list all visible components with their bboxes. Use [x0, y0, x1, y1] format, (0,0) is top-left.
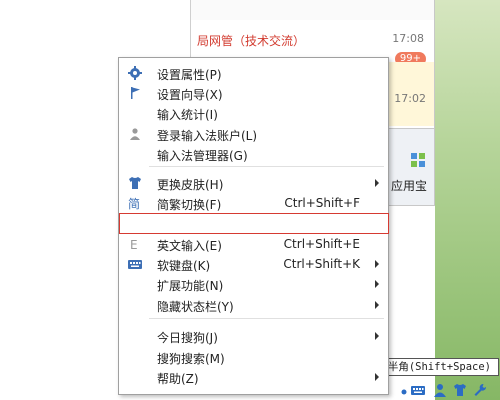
ime-status-bar [390, 380, 500, 400]
chat-group-time: 17:08 [392, 32, 424, 45]
menu-item-label: 简繁切换(F) [157, 198, 222, 212]
submenu-arrow-icon [375, 260, 379, 268]
menu-item-label: 更换皮肤(H) [157, 178, 224, 192]
menu-item[interactable]: 设置属性(P) [119, 63, 388, 83]
menu-item-shortcut: Ctrl+Shift+E [283, 237, 360, 251]
user-icon [127, 126, 143, 142]
menu-item[interactable]: 更换皮肤(H) [119, 173, 388, 193]
menu-item-label: 软键盘(K) [157, 259, 211, 273]
flag-icon [127, 85, 143, 101]
menu-item-label: 帮助(Z) [157, 372, 199, 386]
gear-icon [127, 65, 143, 81]
menu-item-label: 英文输入(E) [157, 239, 222, 253]
submenu-arrow-icon [375, 332, 379, 340]
keyboard-icon [127, 256, 143, 272]
menu-item[interactable]: 设置向导(X) [119, 83, 388, 103]
svg-text:简: 简 [128, 197, 140, 211]
shirt-icon [127, 175, 143, 191]
menu-item-shortcut: Ctrl+Shift+F [284, 196, 360, 210]
menu-item[interactable]: 扩展功能(N) [119, 274, 388, 294]
menu-item-label: 设置属性(P) [157, 68, 222, 82]
app-grid-icon[interactable] [411, 153, 425, 167]
menu-item[interactable]: 输入统计(I) [119, 103, 388, 123]
submenu-arrow-icon [375, 179, 379, 187]
menu-item[interactable]: 今日搜狗(J) [119, 326, 388, 346]
chat-list-item[interactable] [191, 0, 434, 21]
shirt-icon[interactable] [452, 382, 468, 398]
menu-separator [149, 166, 384, 167]
chat-list-item-group[interactable]: 局网管（技术交流） 17:08 99+ [191, 20, 434, 66]
menu-item-label: 设置向导(X) [157, 88, 223, 102]
keyboard-icon[interactable] [410, 382, 426, 398]
menu-item-label: 隐藏状态栏(Y) [157, 300, 234, 314]
menu-item-label: 搜狗搜索(M) [157, 352, 225, 366]
menu-item[interactable]: 简 简繁切换(F) Ctrl+Shift+F [119, 193, 388, 213]
svg-text:E: E [130, 238, 138, 252]
menu-item-label: 今日搜狗(J) [157, 331, 218, 345]
menu-item[interactable]: 输入法管理器(G) [119, 144, 388, 164]
wrench-icon[interactable] [472, 382, 488, 398]
menu-item-label: 输入统计(I) [157, 108, 218, 122]
menu-item[interactable]: 软键盘(K) Ctrl+Shift+K [119, 254, 388, 274]
menu-item[interactable]: E 英文输入(E) Ctrl+Shift+E [119, 234, 388, 254]
chat-group-title: 局网管（技术交流） [197, 34, 306, 48]
app-store-label[interactable]: 应用宝 [391, 177, 427, 194]
submenu-arrow-icon [375, 301, 379, 309]
menu-item[interactable]: 隐藏状态栏(Y) [119, 295, 388, 315]
user-icon[interactable] [432, 382, 448, 398]
jian-icon: 简 [127, 195, 143, 211]
menu-separator [149, 318, 384, 319]
desktop-background [435, 0, 500, 400]
menu-item-label: 输入法管理器(G) [157, 149, 248, 163]
menu-item[interactable]: 搜狗搜索(M) [119, 347, 388, 367]
menu-item[interactable]: 帮助(Z) [119, 367, 388, 387]
menu-item-label: 登录输入法账户(L) [157, 129, 258, 143]
submenu-arrow-icon [375, 280, 379, 288]
e-icon: E [127, 236, 143, 252]
menu-item-label: 扩展功能(N) [157, 279, 224, 293]
chat-time: 17:02 [394, 92, 426, 105]
menu-item-shortcut: Ctrl+Shift+K [283, 257, 360, 271]
submenu-arrow-icon [375, 373, 379, 381]
highlighted-menu-item-frame [119, 213, 389, 234]
menu-item[interactable]: 登录输入法账户(L) [119, 124, 388, 144]
